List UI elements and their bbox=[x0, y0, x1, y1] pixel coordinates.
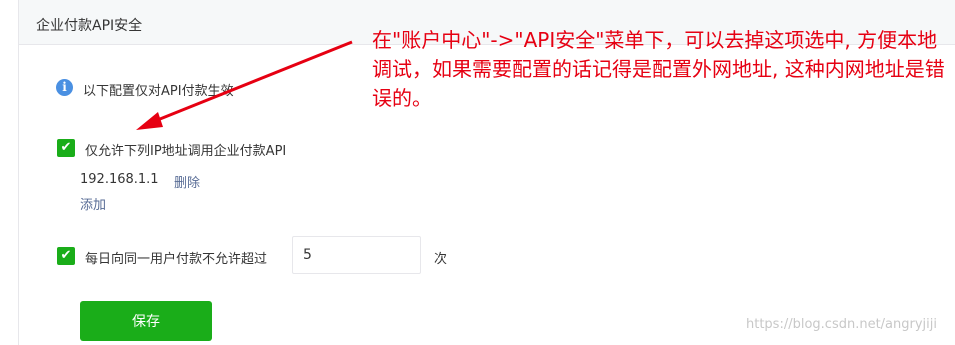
watermark: https://blog.csdn.net/angryjiji bbox=[746, 317, 938, 332]
annotation-note: 在"账户中心"->"API安全"菜单下，可以去掉这项选中, 方便本地调试，如果需… bbox=[372, 28, 945, 110]
